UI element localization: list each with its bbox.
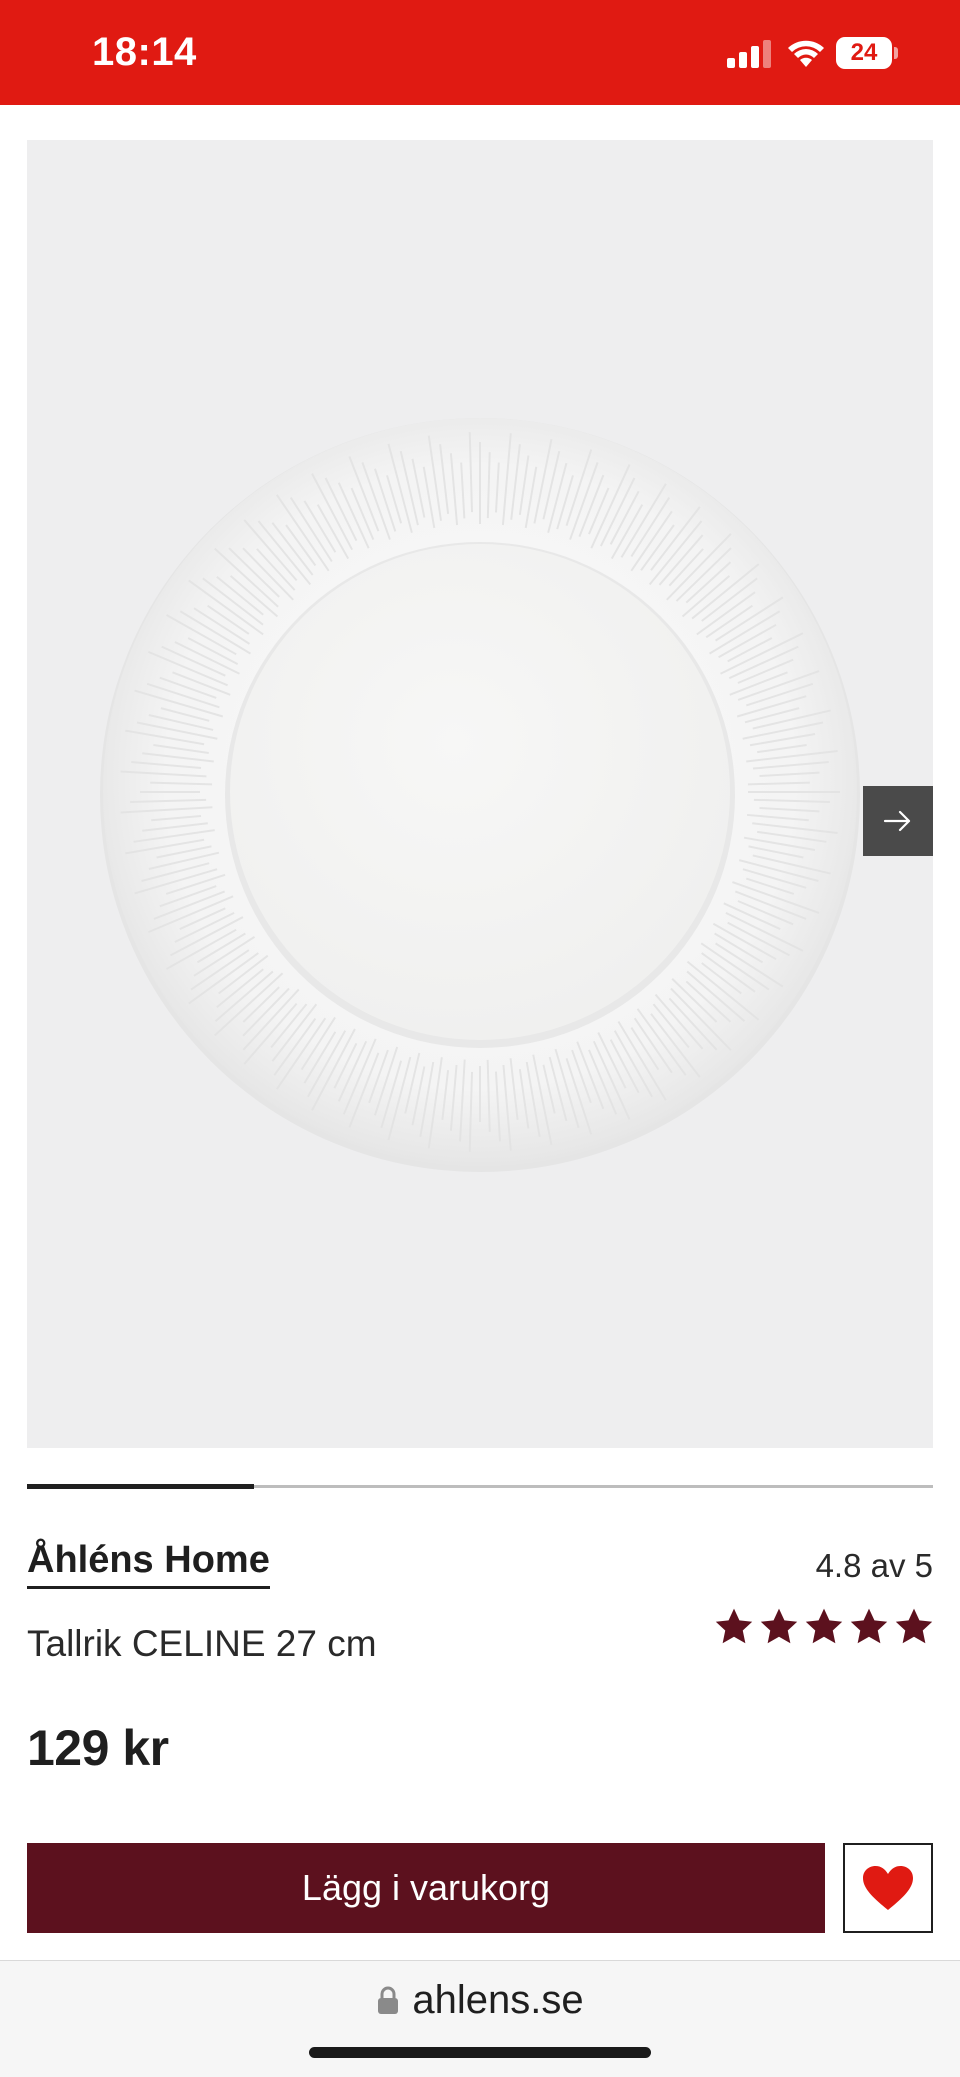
product-price: 129 kr — [27, 1720, 169, 1776]
status-bar: 18:14 24 — [0, 0, 960, 105]
signal-icon — [727, 40, 771, 68]
heart-icon — [863, 1866, 913, 1910]
wishlist-button[interactable] — [843, 1843, 933, 1933]
rating-stars[interactable] — [713, 1606, 935, 1648]
product-image-gallery[interactable] — [27, 140, 933, 1448]
rating-text: 4.8 av 5 — [815, 1547, 933, 1584]
battery-level: 24 — [850, 39, 878, 66]
home-indicator[interactable] — [309, 2047, 651, 2058]
arrow-right-icon — [883, 810, 911, 832]
star-icon — [760, 1608, 798, 1644]
brand-link[interactable]: Åhléns Home — [27, 1538, 270, 1589]
star-icon — [850, 1608, 888, 1644]
product-name: Tallrik CELINE 27 cm — [27, 1623, 377, 1664]
next-image-button[interactable] — [863, 786, 933, 856]
add-to-cart-button[interactable]: Lägg i varukorg — [27, 1843, 825, 1933]
product-image-plate — [100, 418, 860, 1172]
lock-icon — [378, 1986, 399, 2014]
url-text: ahlens.se — [412, 1978, 584, 2022]
star-icon — [895, 1608, 933, 1644]
browser-url-bar[interactable]: ahlens.se — [0, 1960, 960, 2077]
gallery-progress-bar — [27, 1484, 933, 1489]
star-icon — [805, 1608, 843, 1644]
star-icon — [715, 1608, 753, 1644]
wifi-icon — [788, 40, 824, 67]
battery-icon: 24 — [836, 37, 898, 69]
status-time: 18:14 — [92, 30, 197, 74]
gallery-progress-fill — [27, 1484, 254, 1489]
